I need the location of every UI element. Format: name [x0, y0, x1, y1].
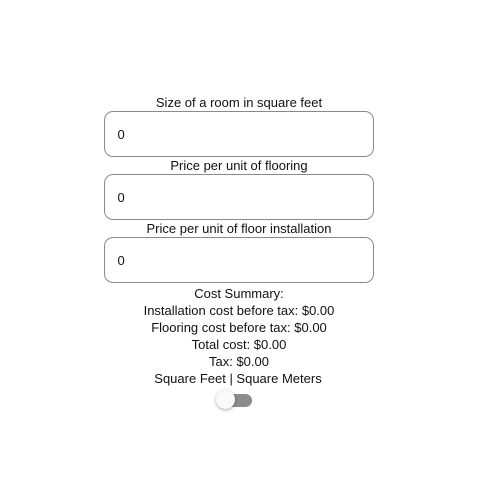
- units-toggle[interactable]: [216, 390, 254, 410]
- cost-summary: Cost Summary: Installation cost before t…: [143, 285, 335, 410]
- flooring-price-group: Price per unit of flooring: [103, 158, 374, 220]
- flooring-calculator: Size of a room in square feet Price per …: [0, 95, 478, 410]
- flooring-price-label: Price per unit of flooring: [170, 158, 308, 173]
- flooring-price-input[interactable]: [103, 174, 374, 220]
- room-size-input[interactable]: [103, 111, 374, 157]
- tax-text: Tax: $0.00: [208, 354, 269, 369]
- room-size-label: Size of a room in square feet: [155, 95, 323, 110]
- flooring-cost-text: Flooring cost before tax: $0.00: [151, 320, 327, 335]
- installation-price-label: Price per unit of floor installation: [146, 221, 332, 236]
- installation-price-input[interactable]: [103, 237, 374, 283]
- total-cost-text: Total cost: $0.00: [191, 337, 287, 352]
- cost-summary-heading: Cost Summary:: [194, 286, 284, 301]
- units-label: Square Feet | Square Meters: [154, 371, 322, 386]
- installation-price-group: Price per unit of floor installation: [103, 221, 374, 283]
- room-size-group: Size of a room in square feet: [103, 95, 374, 157]
- installation-cost-text: Installation cost before tax: $0.00: [143, 303, 335, 318]
